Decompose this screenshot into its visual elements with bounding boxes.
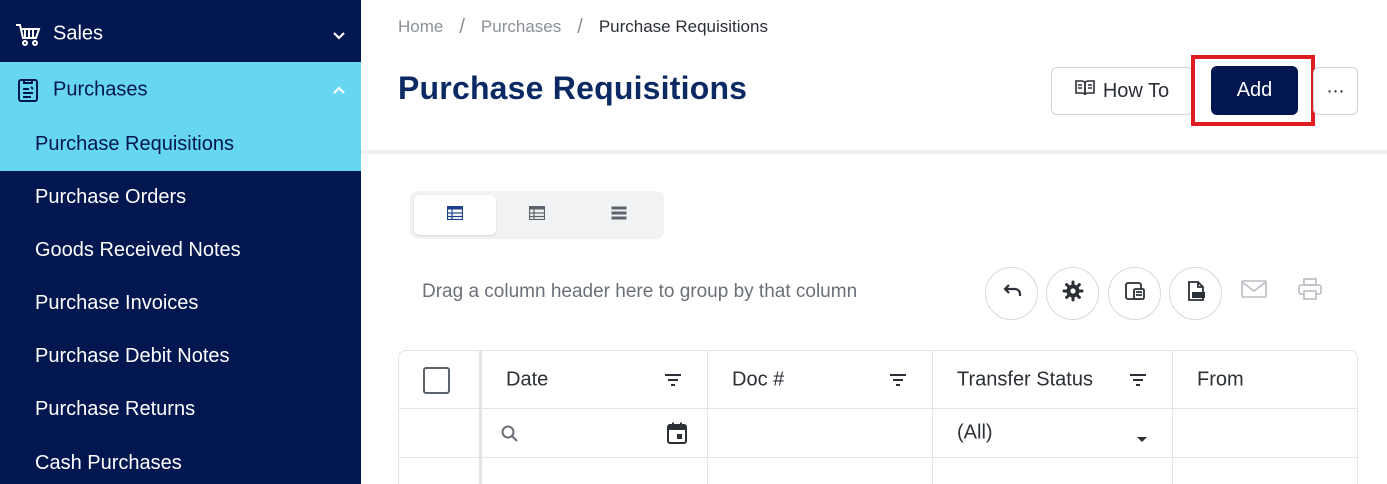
settings-icon bbox=[1062, 280, 1084, 307]
select-all-cell bbox=[399, 351, 482, 409]
compact-table-icon bbox=[528, 205, 546, 225]
date-filter-cell[interactable] bbox=[482, 409, 708, 458]
sidebar-group-sales[interactable]: Sales bbox=[0, 6, 361, 62]
column-header-label: From bbox=[1197, 368, 1244, 390]
export-excel-icon bbox=[1185, 280, 1207, 307]
breadcrumb-purchases[interactable]: Purchases bbox=[481, 17, 561, 37]
breadcrumb-current: Purchase Requisitions bbox=[598, 17, 768, 36]
column-header-doc-number[interactable]: Doc # bbox=[708, 351, 933, 409]
export-pdf-button[interactable] bbox=[1108, 267, 1161, 320]
column-header-label: Transfer Status bbox=[957, 368, 1093, 390]
email-button[interactable] bbox=[1240, 278, 1268, 304]
email-icon bbox=[1241, 279, 1267, 304]
chevron-up-icon bbox=[331, 82, 347, 98]
sidebar-item-purchase-requisitions[interactable]: Purchase Requisitions bbox=[0, 118, 361, 171]
sidebar-group-label: Purchases bbox=[53, 78, 148, 101]
how-to-label: How To bbox=[1102, 79, 1170, 102]
search-icon bbox=[500, 424, 520, 449]
column-header-label: Doc # bbox=[732, 368, 785, 390]
header-divider bbox=[361, 150, 1387, 154]
breadcrumb: Home / Purchases / Purchase Requisitions bbox=[398, 16, 768, 38]
column-header-transfer-status[interactable]: Transfer Status bbox=[933, 351, 1173, 409]
transfer-status-filter-select[interactable]: (All) bbox=[933, 409, 1173, 458]
breadcrumb-separator: / bbox=[459, 15, 465, 38]
column-header-label: Date bbox=[506, 368, 549, 390]
view-toggle bbox=[410, 191, 664, 239]
more-options-button[interactable]: ⋯ bbox=[1313, 67, 1358, 115]
data-grid: Date Doc # Transfer Status From (All) bbox=[398, 350, 1358, 484]
export-pdf-icon bbox=[1124, 280, 1146, 307]
from-filter-cell[interactable] bbox=[1173, 409, 1357, 458]
grid-settings-button[interactable] bbox=[1046, 267, 1099, 320]
list-view-button[interactable] bbox=[578, 195, 660, 235]
table-cell bbox=[1173, 458, 1357, 484]
sidebar: Sales Purchases Purchase Requisitions Pu… bbox=[0, 0, 361, 484]
select-all-checkbox[interactable] bbox=[423, 367, 450, 394]
sidebar-item-purchase-debit-notes[interactable]: Purchase Debit Notes bbox=[0, 330, 361, 383]
sidebar-group-label: Sales bbox=[53, 22, 104, 45]
column-header-from[interactable]: From bbox=[1173, 351, 1357, 409]
calendar-icon[interactable] bbox=[667, 422, 687, 449]
compact-view-button[interactable] bbox=[496, 195, 578, 235]
table-cell bbox=[933, 458, 1173, 484]
table-view-icon bbox=[446, 205, 464, 225]
clipboard-icon bbox=[14, 76, 42, 104]
breadcrumb-home[interactable]: Home bbox=[398, 17, 443, 37]
sidebar-item-purchase-returns[interactable]: Purchase Returns bbox=[0, 383, 361, 436]
chevron-down-icon bbox=[331, 26, 347, 42]
add-button[interactable]: Add bbox=[1211, 66, 1298, 115]
filter-icon[interactable] bbox=[663, 372, 683, 388]
breadcrumb-separator: / bbox=[577, 15, 583, 38]
print-icon bbox=[1297, 277, 1323, 305]
export-excel-button[interactable] bbox=[1169, 267, 1222, 320]
grid-view-button[interactable] bbox=[414, 195, 496, 235]
table-cell bbox=[708, 458, 933, 484]
sidebar-item-purchase-orders[interactable]: Purchase Orders bbox=[0, 171, 361, 224]
book-icon bbox=[1075, 79, 1095, 103]
page-title: Purchase Requisitions bbox=[398, 70, 748, 106]
print-button[interactable] bbox=[1296, 277, 1324, 305]
sidebar-group-purchases[interactable]: Purchases bbox=[0, 62, 361, 118]
table-row-select-cell bbox=[399, 458, 482, 484]
sidebar-item-cash-purchases[interactable]: Cash Purchases bbox=[0, 437, 361, 484]
column-header-date[interactable]: Date bbox=[482, 351, 708, 409]
transfer-status-filter-value: (All) bbox=[957, 421, 993, 444]
group-panel-hint: Drag a column header here to group by th… bbox=[422, 281, 858, 302]
reset-layout-button[interactable] bbox=[985, 267, 1038, 320]
filter-icon[interactable] bbox=[888, 372, 908, 388]
filter-icon[interactable] bbox=[1128, 372, 1148, 388]
dropdown-caret-icon bbox=[1136, 430, 1148, 448]
sidebar-item-purchase-invoices[interactable]: Purchase Invoices bbox=[0, 277, 361, 330]
undo-icon bbox=[1001, 280, 1023, 307]
doc-number-filter-cell[interactable] bbox=[708, 409, 933, 458]
filter-row-spacer bbox=[399, 409, 482, 458]
how-to-button[interactable]: How To bbox=[1051, 67, 1193, 115]
cart-icon bbox=[14, 20, 42, 48]
list-view-icon bbox=[611, 206, 627, 225]
table-cell bbox=[482, 458, 708, 484]
sidebar-item-goods-received-notes[interactable]: Goods Received Notes bbox=[0, 224, 361, 277]
